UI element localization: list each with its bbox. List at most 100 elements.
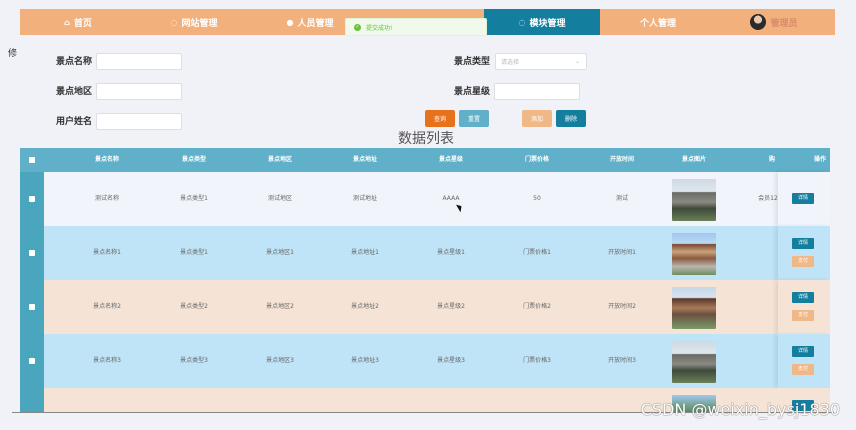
table-cell: 景点名称3 xyxy=(93,357,121,364)
reset-button[interactable]: 重置 xyxy=(459,110,489,127)
star-input[interactable] xyxy=(494,83,580,100)
scenic-spot-image xyxy=(672,341,716,383)
column-header: 景点图片 xyxy=(681,156,706,163)
table-row: 景点名称2 景点类型2 景点地区2 景点地址2 景点星级2 门票价格2 开放时间2 详情 支付 xyxy=(20,280,830,334)
nav-item-label: 人员管理 xyxy=(297,18,334,29)
checkbox-cell xyxy=(20,334,44,388)
buyer-cell: 会员12 xyxy=(758,195,778,202)
add-button[interactable]: 添加 xyxy=(522,110,552,127)
table-cell: 景点名称2 xyxy=(93,303,121,310)
table-cell: 景点地区1 xyxy=(266,249,294,256)
chevron-down-icon: ⌄ xyxy=(574,58,580,65)
ops-column xyxy=(778,280,830,334)
toast-message: 提交成功! xyxy=(366,24,393,32)
select-all-checkbox[interactable] xyxy=(29,157,35,163)
type-select-placeholder: 请选择 xyxy=(501,59,520,66)
nav-item-label: 模块管理 xyxy=(529,18,566,29)
name-label: 景点名称 xyxy=(56,57,93,67)
column-header: 景点名称 xyxy=(94,156,119,163)
table-cell: 景点星级1 xyxy=(437,249,465,256)
nav-item-label: 网站管理 xyxy=(181,18,218,29)
table-cell: 门票价格1 xyxy=(523,249,551,256)
table-cell: 门票价格2 xyxy=(523,303,551,310)
table-row: 景点名称3 景点类型3 景点地区3 景点地址3 景点星级3 门票价格3 开放时间3 详情 支付 xyxy=(20,334,830,388)
nav-item-0[interactable]: ⌂ 首页 xyxy=(20,9,136,35)
nav-item-1[interactable]: ◌ 网站管理 xyxy=(136,9,252,35)
detail-button[interactable]: 详情 xyxy=(792,292,814,303)
table-cell: 景点地址2 xyxy=(351,303,379,310)
table-cell: 测试 xyxy=(615,195,628,202)
table-cell: 景点星级2 xyxy=(437,303,465,310)
type-label: 景点类型 xyxy=(454,57,491,67)
checkbox-cell xyxy=(20,280,44,334)
table-cell: 门票价格3 xyxy=(523,357,551,364)
user-name: 管理员 xyxy=(770,18,798,29)
table-row: 景点名称1 景点类型1 景点地区1 景点地址1 景点星级1 门票价格1 开放时间1 详情支付 xyxy=(20,226,830,280)
row-checkbox[interactable] xyxy=(29,196,35,202)
scenic-spot-image xyxy=(672,179,716,221)
checkbox-cell xyxy=(20,226,44,280)
pay-button[interactable]: 支付 xyxy=(792,256,814,267)
table-cell: AAAA xyxy=(442,195,460,202)
detail-button[interactable]: 详情 xyxy=(792,193,814,204)
nav-item-4[interactable]: ◌ 模块管理 xyxy=(484,9,600,35)
type-select[interactable]: 请选择 ⌄ xyxy=(495,53,587,70)
row-checkbox[interactable] xyxy=(29,304,35,310)
row-checkbox[interactable] xyxy=(29,250,35,256)
table-header: 景点名称 景点类型 景点地区 景点地址 景点星级 门票价格 开放时间 景点图片 购 操作 xyxy=(20,148,830,172)
table-cell: 景点类型3 xyxy=(180,357,208,364)
side-label: 修 xyxy=(8,49,18,59)
user-label: 用户姓名 xyxy=(56,117,93,127)
watermark: CSDN @weixin_bysj1830 xyxy=(640,400,840,419)
table-cell: 景点类型2 xyxy=(180,303,208,310)
table-cell: 景点地区3 xyxy=(266,357,294,364)
ops-column xyxy=(778,334,830,388)
table-cell: 开放时间1 xyxy=(608,249,636,256)
module-icon: ◌ xyxy=(518,17,526,27)
table-cell: 景点地址1 xyxy=(351,249,379,256)
nav-item-label: 首页 xyxy=(73,18,92,29)
table-cell: 测试地区 xyxy=(267,195,292,202)
scenic-spot-image xyxy=(672,233,716,275)
area-input[interactable] xyxy=(96,83,182,100)
checkbox-cell xyxy=(20,388,44,412)
delete-button[interactable]: 删除 xyxy=(556,110,586,127)
user-icon: ● xyxy=(286,17,294,27)
page: ⌂ 首页 ◌ 网站管理 ● 人员管理 ◌ 模块管理 个人管理 管理员 ✓ 提交成功! 修 景点名称… xyxy=(0,0,856,430)
table-cell: 测试名称 xyxy=(94,195,119,202)
column-header: 景点地址 xyxy=(352,156,377,163)
user-input[interactable] xyxy=(96,113,182,130)
detail-button[interactable]: 详情 xyxy=(792,346,814,357)
table-cell: 50 xyxy=(533,195,541,202)
column-header: 景点类型 xyxy=(181,156,206,163)
column-header: 开放时间 xyxy=(609,156,634,163)
row-checkbox[interactable] xyxy=(29,358,35,364)
pay-button[interactable]: 支付 xyxy=(792,364,814,375)
scenic-spot-image xyxy=(672,287,716,329)
column-header: 购 xyxy=(768,156,775,163)
detail-button[interactable]: 详情 xyxy=(792,238,814,249)
name-input[interactable] xyxy=(96,53,182,70)
table-cell: 开放时间3 xyxy=(608,357,636,364)
globe-icon: ◌ xyxy=(170,17,178,27)
nav-item-label: 个人管理 xyxy=(639,18,676,29)
nav-item-5[interactable]: 个人管理 xyxy=(600,9,716,35)
area-label: 景点地区 xyxy=(56,87,93,97)
avatar xyxy=(750,14,767,30)
table-row: 测试名称 景点类型1 测试地区 测试地址 AAAA 50 测试 会员12 详情 xyxy=(20,172,830,226)
user-menu[interactable]: 管理员 xyxy=(716,9,832,35)
table-cell: 景点类型1 xyxy=(180,195,208,202)
table-cell: 测试地址 xyxy=(352,195,377,202)
column-header: 操作 xyxy=(813,156,826,163)
ops-column xyxy=(778,226,830,280)
success-toast: ✓ 提交成功! xyxy=(345,18,487,36)
query-button[interactable]: 查询 xyxy=(425,110,455,127)
table-cell: 景点名称1 xyxy=(93,249,121,256)
table-cell: 景点类型1 xyxy=(180,249,208,256)
data-table: 景点名称 景点类型 景点地区 景点地址 景点星级 门票价格 开放时间 景点图片 购 操作 测试名称… xyxy=(20,148,830,412)
pay-button[interactable]: 支付 xyxy=(792,310,814,321)
column-header: 门票价格 xyxy=(524,156,549,163)
list-title: 数据列表 xyxy=(398,131,454,147)
column-header: 景点星级 xyxy=(438,156,463,163)
home-icon: ⌂ xyxy=(64,17,70,27)
